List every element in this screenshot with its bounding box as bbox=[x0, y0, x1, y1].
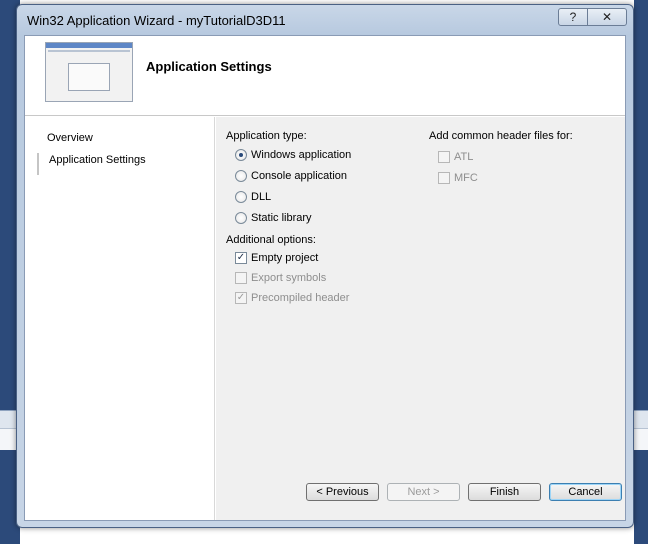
checkbox-icon bbox=[235, 272, 247, 284]
title-bar[interactable]: Win32 Application Wizard - myTutorialD3D… bbox=[17, 5, 633, 35]
settings-panel: Application type: Windows application Co… bbox=[216, 117, 625, 520]
dialog-client: Application Settings Overview Applicatio… bbox=[24, 35, 626, 521]
checkbox-mfc[interactable]: MFC bbox=[438, 172, 478, 184]
wizard-dialog: Win32 Application Wizard - myTutorialD3D… bbox=[16, 4, 634, 528]
radio-static-library[interactable]: Static library bbox=[235, 212, 312, 224]
thumbnail-menubar bbox=[48, 50, 130, 52]
radio-icon bbox=[235, 191, 247, 203]
checkbox-label: Export symbols bbox=[251, 272, 327, 284]
checkbox-label: MFC bbox=[454, 172, 478, 184]
close-icon: ✕ bbox=[601, 10, 613, 24]
radio-dll[interactable]: DLL bbox=[235, 191, 271, 203]
help-button[interactable]: ? bbox=[558, 8, 588, 26]
next-button[interactable]: Next > bbox=[387, 483, 460, 501]
wizard-buttons: < Previous Next > Finish Cancel bbox=[306, 483, 622, 501]
wizard-header: Application Settings bbox=[25, 36, 625, 116]
thumbnail-window bbox=[68, 63, 110, 91]
radio-label: Windows application bbox=[251, 149, 352, 161]
radio-label: Static library bbox=[251, 212, 312, 224]
radio-windows-application[interactable]: Windows application bbox=[235, 149, 351, 161]
checkbox-atl[interactable]: ATL bbox=[438, 151, 473, 163]
help-icon: ? bbox=[569, 10, 577, 24]
radio-label: Console application bbox=[251, 170, 348, 182]
radio-icon bbox=[235, 212, 247, 224]
additional-options-label: Additional options: bbox=[226, 234, 316, 246]
background-right bbox=[634, 0, 648, 544]
thumbnail-titlebar bbox=[46, 43, 132, 48]
radio-label: DLL bbox=[251, 191, 272, 203]
previous-button[interactable]: < Previous bbox=[306, 483, 379, 501]
checkbox-export-symbols[interactable]: Export symbols bbox=[235, 272, 326, 284]
page-title: Application Settings bbox=[146, 59, 272, 74]
checkmark-icon: ✓ bbox=[235, 292, 247, 304]
checkbox-label: Empty project bbox=[251, 252, 319, 264]
checkmark-icon: ✓ bbox=[235, 252, 247, 264]
common-headers-label: Add common header files for: bbox=[429, 130, 573, 142]
checkbox-label: Precompiled header bbox=[251, 292, 350, 304]
nav-item-overview[interactable]: Overview bbox=[47, 132, 93, 144]
application-type-label: Application type: bbox=[226, 130, 307, 142]
nav-item-application-settings[interactable]: Application Settings bbox=[49, 154, 146, 166]
wizard-nav: Overview Application Settings bbox=[25, 117, 215, 520]
radio-selected-icon bbox=[235, 149, 247, 161]
caption-buttons: ? ✕ bbox=[558, 8, 627, 26]
radio-console-application[interactable]: Console application bbox=[235, 170, 347, 182]
nav-selection-indicator bbox=[37, 153, 39, 175]
cancel-button[interactable]: Cancel bbox=[549, 483, 622, 501]
wizard-thumbnail-image bbox=[45, 42, 133, 102]
finish-button[interactable]: Finish bbox=[468, 483, 541, 501]
checkbox-label: ATL bbox=[454, 151, 474, 163]
close-button[interactable]: ✕ bbox=[587, 8, 627, 26]
checkbox-icon bbox=[438, 172, 450, 184]
checkbox-precompiled-header[interactable]: ✓ Precompiled header bbox=[235, 292, 349, 304]
radio-icon bbox=[235, 170, 247, 182]
checkbox-empty-project[interactable]: ✓ Empty project bbox=[235, 252, 318, 264]
checkbox-icon bbox=[438, 151, 450, 163]
window-title: Win32 Application Wizard - myTutorialD3D… bbox=[27, 13, 286, 28]
